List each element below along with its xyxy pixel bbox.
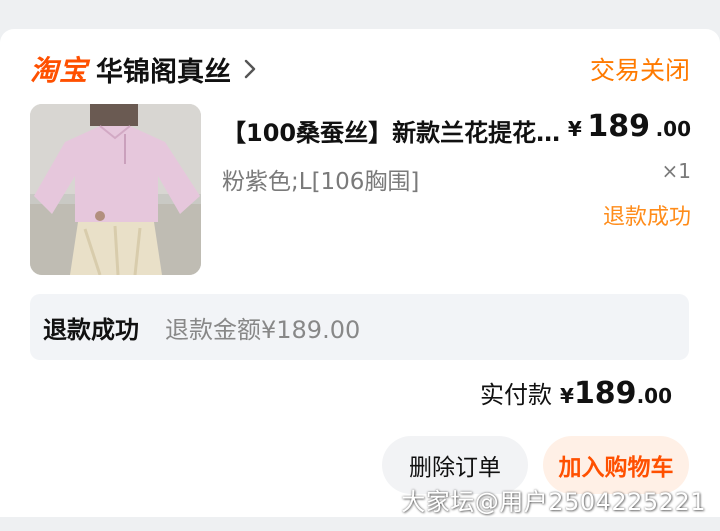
payment-label: 实付款 <box>480 381 553 409</box>
chevron-right-icon[interactable] <box>239 58 261 80</box>
product-image[interactable] <box>30 104 201 275</box>
product-sku: 粉紫色;L[106胸围] <box>222 169 420 195</box>
product-quantity: ×1 <box>661 159 691 183</box>
payment-decimal: .00 <box>636 384 672 408</box>
payment-currency: ¥ <box>560 384 574 408</box>
product-price: ¥ 189 .00 <box>568 109 691 144</box>
price-integer: 189 <box>587 109 650 144</box>
shop-name[interactable]: 华锦阁真丝 <box>96 50 231 89</box>
price-decimal: .00 <box>655 117 691 141</box>
payment-integer: 189 <box>573 376 637 411</box>
taobao-logo: 淘宝 <box>30 54 89 87</box>
product-title[interactable]: 【100桑蚕丝】新款兰花提花上衣 <box>222 113 572 148</box>
shop-header[interactable]: 淘宝 华锦阁真丝 交易关闭 <box>30 49 690 89</box>
price-currency: ¥ <box>567 117 582 141</box>
refund-status-tag[interactable]: 退款成功 <box>603 199 691 231</box>
refund-info-bar[interactable]: 退款成功 退款金额¥189.00 <box>30 294 689 360</box>
watermark: 大家坛@用户2504225221 <box>401 488 706 516</box>
actual-payment: 实付款 ¥ 189 .00 <box>480 375 672 411</box>
refund-label: 退款成功 <box>43 315 139 344</box>
order-status: 交易关闭 <box>589 56 690 85</box>
order-card: 淘宝 华锦阁真丝 交易关闭 【100桑蚕丝】新款兰花提花上衣 ¥ 189 .00… <box>0 29 720 517</box>
refund-amount: 退款金额¥189.00 <box>165 315 361 344</box>
